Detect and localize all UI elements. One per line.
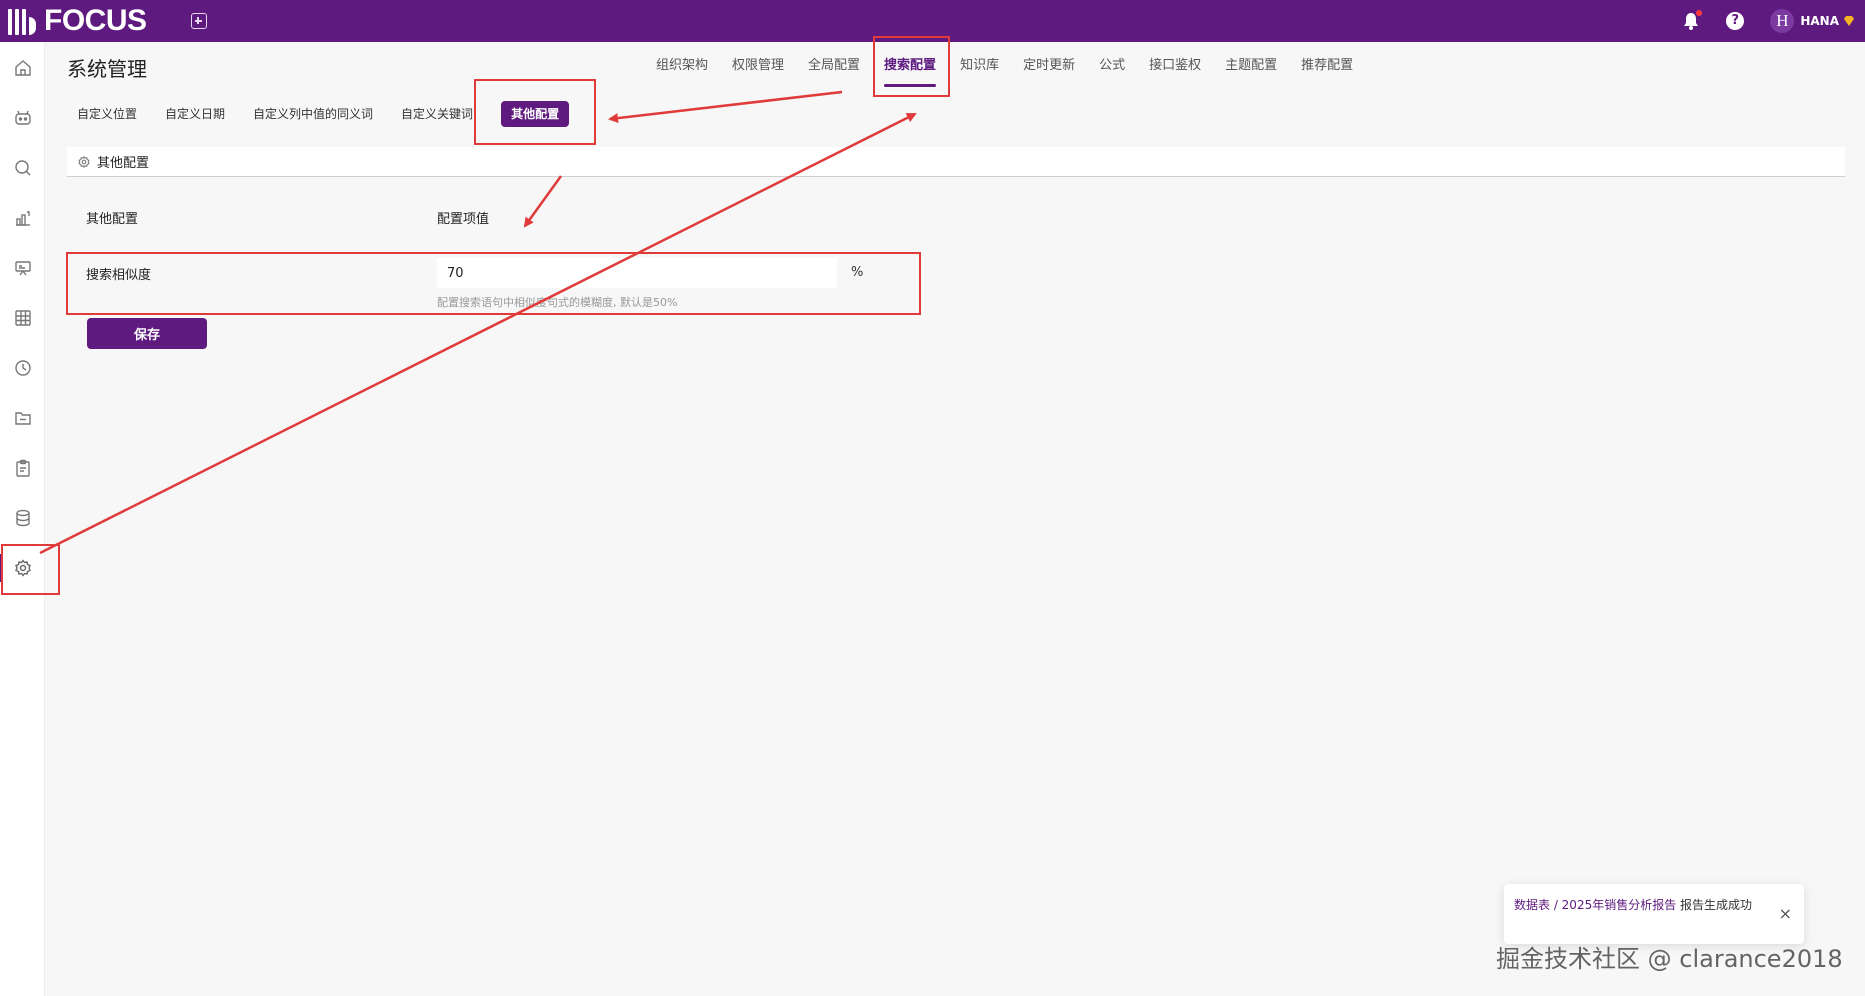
save-button[interactable]: 保存	[87, 318, 207, 349]
watermark-text: 掘金技术社区 @ clarance2018	[1496, 945, 1843, 973]
add-tab-icon[interactable]	[190, 13, 207, 29]
sidebar-item-history[interactable]	[0, 348, 45, 388]
close-icon[interactable]: ×	[1779, 904, 1792, 923]
logo-text: FOCUS	[44, 4, 147, 37]
chart-icon	[15, 211, 30, 226]
app-logo[interactable]: FOCUS	[8, 4, 147, 38]
tab-permissions[interactable]: 权限管理	[732, 54, 784, 88]
sidebar-item-files[interactable]	[0, 398, 45, 438]
tab-formula[interactable]: 公式	[1099, 54, 1125, 88]
tab-org-structure[interactable]: 组织架构	[656, 54, 708, 88]
column-header-value: 配置项值	[437, 212, 490, 227]
sidebar-item-search[interactable]	[0, 148, 45, 188]
notification-bell-icon[interactable]	[1680, 10, 1703, 32]
settings-icon	[78, 155, 90, 168]
annotation-arrow-to-value-column	[523, 175, 563, 228]
annotation-box-settings-nav	[1, 544, 60, 595]
notification-toast: 数据表 / 2025年销售分析报告 报告生成成功 ×	[1504, 884, 1804, 944]
username[interactable]: HANA	[1800, 14, 1839, 28]
sidebar	[0, 42, 45, 996]
toast-message: 报告生成成功	[1680, 898, 1753, 912]
section-title: 其他配置	[97, 156, 150, 171]
annotation-arrow-to-other-config	[608, 90, 843, 124]
main-tabs: 组织架构 权限管理 全局配置 搜索配置 知识库 定时更新 公式 接口鉴权 主题配…	[656, 54, 1377, 88]
sidebar-item-data[interactable]	[0, 298, 45, 338]
sidebar-item-analysis[interactable]	[0, 198, 45, 238]
robot-icon	[14, 110, 31, 125]
clock-icon	[14, 360, 31, 376]
database-icon	[15, 509, 30, 527]
subtab-custom-date[interactable]: 自定义日期	[165, 100, 225, 128]
search-icon	[14, 160, 30, 176]
page-title: 系统管理	[67, 57, 147, 81]
avatar[interactable]: H	[1770, 9, 1795, 33]
subtab-column-synonyms[interactable]: 自定义列中值的同义词	[253, 100, 373, 128]
sidebar-item-home[interactable]	[0, 48, 45, 88]
tab-knowledge-base[interactable]: 知识库	[960, 54, 999, 88]
toast-report-link[interactable]: 数据表 / 2025年销售分析报告	[1514, 898, 1676, 912]
tab-recommend-config[interactable]: 推荐配置	[1301, 54, 1353, 88]
table-icon	[14, 310, 31, 326]
tab-global-config[interactable]: 全局配置	[808, 54, 860, 88]
logo-icon	[8, 7, 36, 35]
clipboard-icon	[15, 459, 30, 477]
subtab-custom-keywords[interactable]: 自定义关键词	[401, 100, 473, 128]
presentation-icon	[14, 261, 31, 276]
annotation-box-search-tab	[873, 36, 950, 97]
tab-api-auth[interactable]: 接口鉴权	[1149, 54, 1201, 88]
sidebar-item-tasks[interactable]	[0, 448, 45, 488]
section-header: 其他配置	[67, 147, 1845, 177]
sidebar-item-dashboard[interactable]	[0, 248, 45, 288]
column-header-name: 其他配置	[86, 212, 139, 227]
annotation-box-setting-row	[66, 252, 921, 315]
vip-gem-icon	[1844, 16, 1854, 26]
sidebar-item-datasource[interactable]	[0, 498, 45, 538]
home-icon	[14, 60, 31, 76]
folder-icon	[14, 412, 31, 425]
subtab-custom-location[interactable]: 自定义位置	[77, 100, 137, 128]
annotation-box-other-config	[474, 79, 596, 145]
help-icon[interactable]: ?	[1726, 12, 1745, 30]
tab-theme-config[interactable]: 主题配置	[1225, 54, 1277, 88]
tab-scheduled-update[interactable]: 定时更新	[1023, 54, 1075, 88]
sidebar-item-assistant[interactable]	[0, 98, 45, 138]
